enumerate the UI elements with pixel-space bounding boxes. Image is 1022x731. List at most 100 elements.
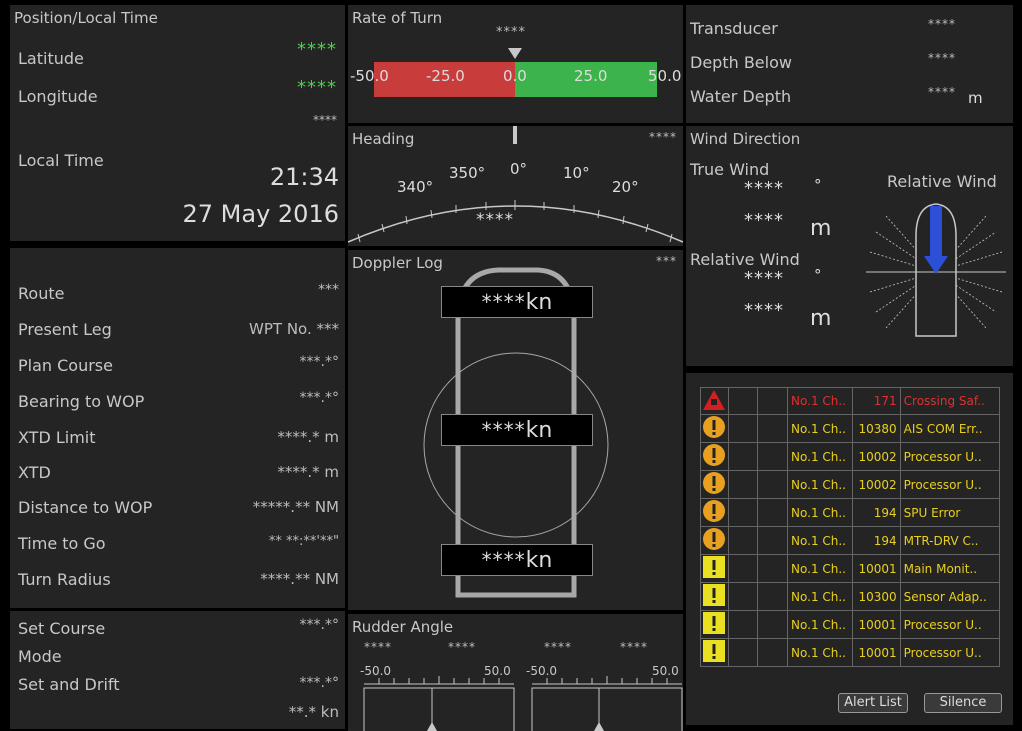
doppler-mid-value: **** — [481, 418, 526, 442]
doppler-stern-value: **** — [481, 548, 526, 572]
route-panel: Route *** Present Leg WPT No. *** Plan C… — [10, 248, 345, 608]
alert-empty-cell — [727, 498, 759, 527]
alert-empty-cell — [727, 582, 759, 611]
xtd-limit-value: ****.* m — [277, 428, 339, 446]
local-time-label: Local Time — [18, 151, 104, 170]
doppler-bow-readout: ****kn — [441, 286, 593, 318]
silence-button[interactable]: Silence — [924, 693, 1002, 713]
alert-row[interactable]: No.1 Ch.. 10002 Processor U.. — [700, 442, 1001, 471]
doppler-mid-readout: ****kn — [441, 414, 593, 446]
time-to-go-label: Time to Go — [18, 534, 106, 553]
alert-id: 10001 — [851, 554, 901, 583]
alert-empty-cell — [757, 442, 789, 471]
alert-text: SPU Error — [899, 498, 1001, 527]
doppler-mid-unit: kn — [525, 418, 553, 443]
rate-of-turn-panel: Rate of Turn **** -50.0 -25.0 0.0 25.0 5… — [348, 5, 683, 123]
alert-row[interactable]: No.1 Ch.. 10002 Processor U.. — [700, 470, 1001, 499]
alert-icon-cell — [700, 610, 729, 639]
rudder-right-pointer-icon — [594, 722, 604, 731]
distance-to-wop-value: *****.** NM — [252, 498, 339, 516]
latitude-label: Latitude — [18, 49, 84, 68]
rot-bar — [374, 48, 657, 97]
turn-radius-label: Turn Radius — [18, 570, 111, 589]
depth-panel: Transducer **** Depth Below **** Water D… — [686, 5, 1013, 123]
alert-row[interactable]: No.1 Ch.. 171 Crossing Saf.. — [700, 387, 1001, 415]
alert-empty-cell — [727, 470, 759, 499]
alert-row[interactable]: No.1 Ch.. 10300 Sensor Adap.. — [700, 582, 1001, 611]
alert-id: 194 — [851, 526, 901, 555]
alert-icon-cell — [700, 554, 729, 583]
alert-row[interactable]: No.1 Ch.. 194 SPU Error — [700, 498, 1001, 527]
alert-id: 10300 — [851, 582, 901, 611]
set-drift-course-value: ***.*° — [299, 675, 339, 691]
alert-id: 10002 — [851, 442, 901, 471]
latitude-value: **** — [297, 39, 337, 60]
alert-empty-cell — [727, 414, 759, 443]
alert-icon-cell — [700, 498, 729, 527]
rot-tick-label: -25.0 — [426, 67, 465, 85]
alert-empty-cell — [757, 387, 789, 415]
alert-text: AIS COM Err.. — [899, 414, 1001, 443]
alert-source: No.1 Ch.. — [787, 387, 853, 415]
time-to-go-value: ** **:**'**" — [268, 534, 339, 549]
alert-icon-cell — [700, 526, 729, 555]
alert-source: No.1 Ch.. — [787, 414, 853, 443]
heading-tick-label: 340° — [397, 178, 434, 196]
plan-course-label: Plan Course — [18, 356, 113, 375]
alert-row[interactable]: No.1 Ch.. 10001 Main Monit.. — [700, 554, 1001, 583]
alert-row[interactable]: No.1 Ch.. 194 MTR-DRV C.. — [700, 526, 1001, 555]
alert-id: 10002 — [851, 470, 901, 499]
alert-empty-cell — [727, 610, 759, 639]
alert-icon-cell — [700, 470, 729, 499]
rudder-left-pointer-icon — [427, 722, 437, 731]
local-date-value: 27 May 2016 — [182, 200, 340, 228]
set-course-panel: Set Course ***.*° Mode Set and Drift ***… — [10, 611, 345, 729]
alert-icon-cell — [700, 442, 729, 471]
water-depth-value: **** — [928, 85, 956, 99]
doppler-bow-unit: kn — [525, 290, 553, 315]
alert-empty-cell — [757, 526, 789, 555]
longitude-value: **** — [297, 77, 337, 98]
heading-tick-label: 20° — [612, 178, 639, 196]
water-depth-label: Water Depth — [690, 87, 792, 106]
alert-empty-cell — [757, 470, 789, 499]
alert-source: No.1 Ch.. — [787, 442, 853, 471]
heading-panel: Heading **** 340° 350° 0° 10° 20° **** — [348, 126, 683, 246]
alert-empty-cell — [757, 498, 789, 527]
alert-source: No.1 Ch.. — [787, 554, 853, 583]
alert-empty-cell — [757, 582, 789, 611]
turn-radius-value: ****.** NM — [260, 570, 339, 588]
alert-empty-cell — [757, 414, 789, 443]
alert-empty-cell — [727, 526, 759, 555]
caution-square-icon — [702, 640, 726, 666]
alert-empty-cell — [727, 638, 759, 667]
warning-circle-icon — [702, 444, 726, 470]
bearing-to-wop-value: ***.*° — [299, 390, 339, 406]
alert-row[interactable]: No.1 Ch.. 10001 Processor U.. — [700, 610, 1001, 639]
transducer-value: **** — [928, 17, 956, 31]
alert-table: No.1 Ch.. 171 Crossing Saf.. No.1 Ch.. 10380… — [700, 387, 1001, 667]
doppler-log-panel: Doppler Log *** ****kn ****kn ****kn — [348, 250, 683, 610]
alert-panel: No.1 Ch.. 171 Crossing Saf.. No.1 Ch.. 10380… — [686, 373, 1013, 725]
position-title: Position/Local Time — [14, 9, 158, 27]
alert-text: Processor U.. — [899, 610, 1001, 639]
warning-triangle-icon — [702, 389, 726, 414]
alert-row[interactable]: No.1 Ch.. 10001 Processor U.. — [700, 638, 1001, 667]
alert-text: Main Monit.. — [899, 554, 1001, 583]
rot-tick-label: 25.0 — [574, 67, 608, 85]
xtd-value: ****.* m — [277, 463, 339, 481]
alert-source: No.1 Ch.. — [787, 582, 853, 611]
heading-arc — [348, 205, 683, 243]
alert-list-button[interactable]: Alert List — [838, 693, 908, 713]
set-drift-speed-value: **.* kn — [288, 703, 339, 721]
alert-source: No.1 Ch.. — [787, 498, 853, 527]
caution-square-icon — [702, 612, 726, 638]
heading-value: **** — [476, 210, 514, 230]
depth-below-value: **** — [928, 51, 956, 65]
wind-panel: Wind Direction True Wind **** ° **** m R… — [686, 126, 1013, 366]
alert-text: Processor U.. — [899, 442, 1001, 471]
alert-text: MTR-DRV C.. — [899, 526, 1001, 555]
heading-tick-label: 10° — [563, 164, 590, 182]
alert-row[interactable]: No.1 Ch.. 10380 AIS COM Err.. — [700, 414, 1001, 443]
water-depth-unit: m — [968, 89, 983, 107]
